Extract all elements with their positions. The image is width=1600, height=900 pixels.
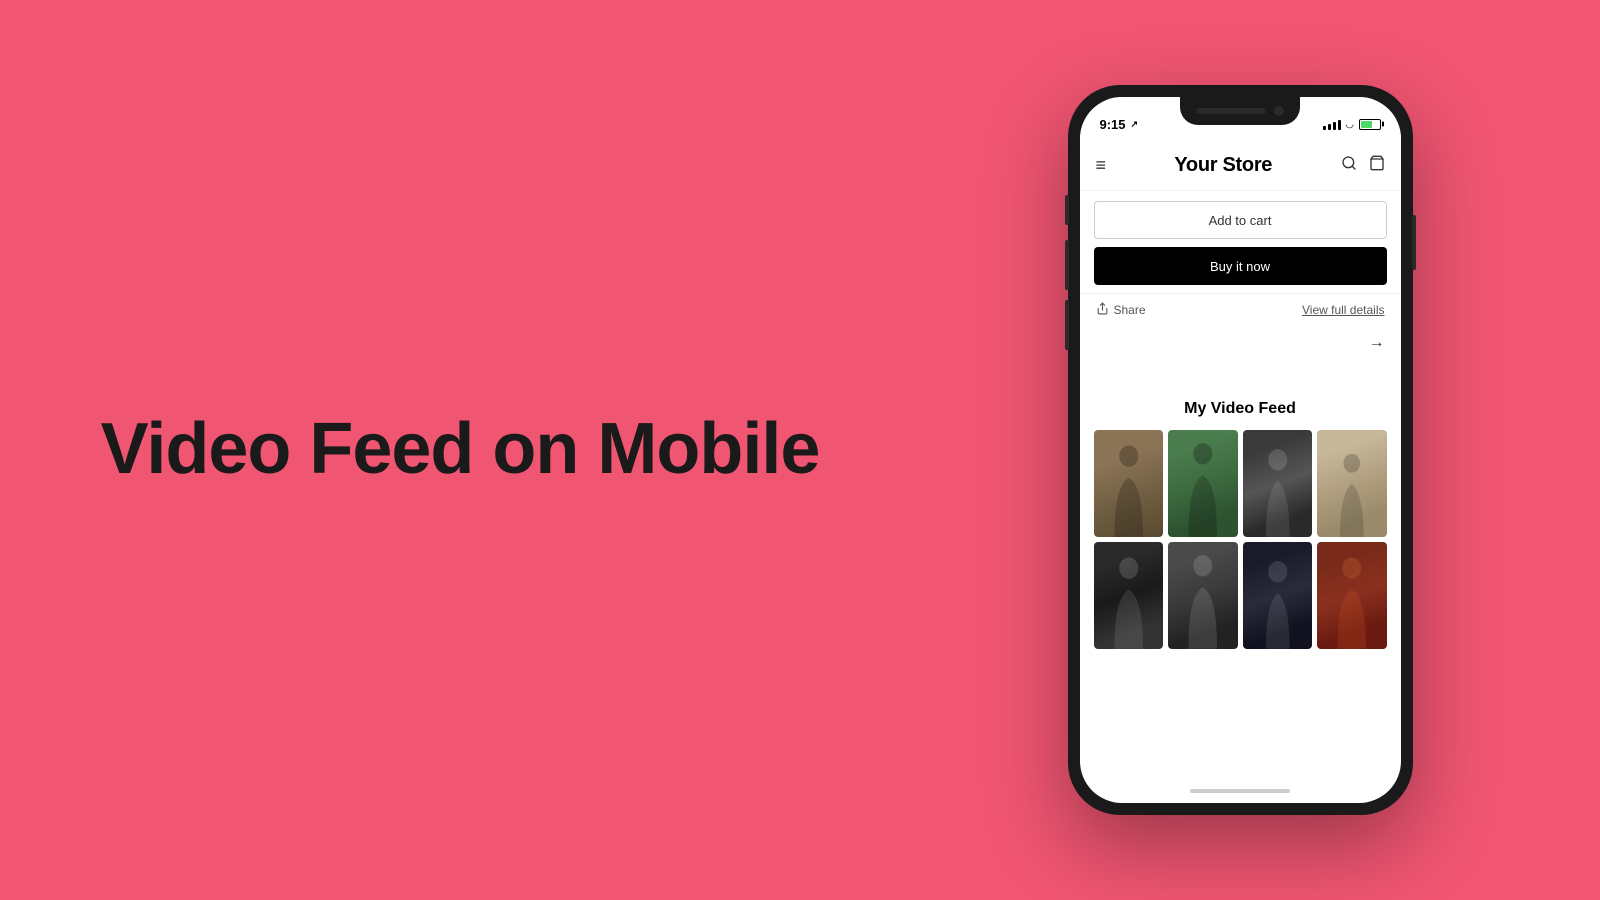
front-camera <box>1274 106 1284 116</box>
video-thumbnail-2[interactable] <box>1168 430 1238 537</box>
share-label: Share <box>1114 303 1146 317</box>
share-button[interactable]: Share <box>1096 302 1146 318</box>
video-thumbnail-5[interactable] <box>1094 542 1164 649</box>
video-thumbnail-4[interactable] <box>1317 430 1387 537</box>
share-row: Share View full details <box>1080 293 1401 326</box>
search-icon[interactable] <box>1341 155 1357 176</box>
status-time: 9:15 ↗ <box>1100 117 1139 132</box>
cart-icon[interactable] <box>1369 155 1385 176</box>
video-thumbnail-8[interactable] <box>1317 542 1387 649</box>
store-title: Your Store <box>1174 154 1272 177</box>
video-thumbnail-6[interactable] <box>1168 542 1238 649</box>
video-feed-section: My Video Feed <box>1080 400 1401 663</box>
screen-content: Add to cart Buy it now Share <box>1080 191 1401 663</box>
video-grid <box>1094 430 1387 649</box>
power-button <box>1412 215 1416 270</box>
video-thumbnail-7[interactable] <box>1243 542 1313 649</box>
signal-icon <box>1323 118 1341 130</box>
volume-down-button <box>1065 300 1069 350</box>
add-to-cart-button[interactable]: Add to cart <box>1094 201 1387 239</box>
action-buttons: Add to cart Buy it now <box>1080 191 1401 293</box>
video-feed-title: My Video Feed <box>1094 400 1387 418</box>
home-indicator <box>1190 789 1290 793</box>
battery-icon <box>1359 119 1381 130</box>
phone-screen: 9:15 ↗ ◟◞ <box>1080 97 1401 803</box>
content-spacer <box>1080 360 1401 400</box>
arrow-right-indicator: → <box>1080 326 1401 360</box>
share-icon <box>1096 302 1109 318</box>
location-arrow-icon: ↗ <box>1131 119 1139 130</box>
view-full-details-link[interactable]: View full details <box>1302 303 1385 317</box>
status-icons: ◟◞ <box>1323 118 1381 130</box>
phone-notch <box>1180 97 1300 125</box>
battery-fill <box>1361 121 1373 128</box>
wifi-icon: ◟◞ <box>1346 119 1354 130</box>
nav-action-icons <box>1341 155 1385 176</box>
nav-bar: ≡ Your Store <box>1080 141 1401 191</box>
volume-up-button <box>1065 240 1069 290</box>
headline: Video Feed on Mobile <box>101 410 820 489</box>
buy-now-button[interactable]: Buy it now <box>1094 247 1387 285</box>
time-display: 9:15 <box>1100 117 1126 132</box>
notch-pill <box>1196 108 1266 114</box>
hamburger-menu-icon[interactable]: ≡ <box>1096 155 1107 176</box>
silent-button <box>1065 195 1069 225</box>
video-thumbnail-1[interactable] <box>1094 430 1164 537</box>
video-thumbnail-3[interactable] <box>1243 430 1313 537</box>
right-section: 9:15 ↗ ◟◞ <box>920 85 1600 815</box>
phone-shell: 9:15 ↗ ◟◞ <box>1068 85 1413 815</box>
right-arrow-icon: → <box>1369 334 1385 351</box>
left-section: Video Feed on Mobile <box>0 410 920 489</box>
